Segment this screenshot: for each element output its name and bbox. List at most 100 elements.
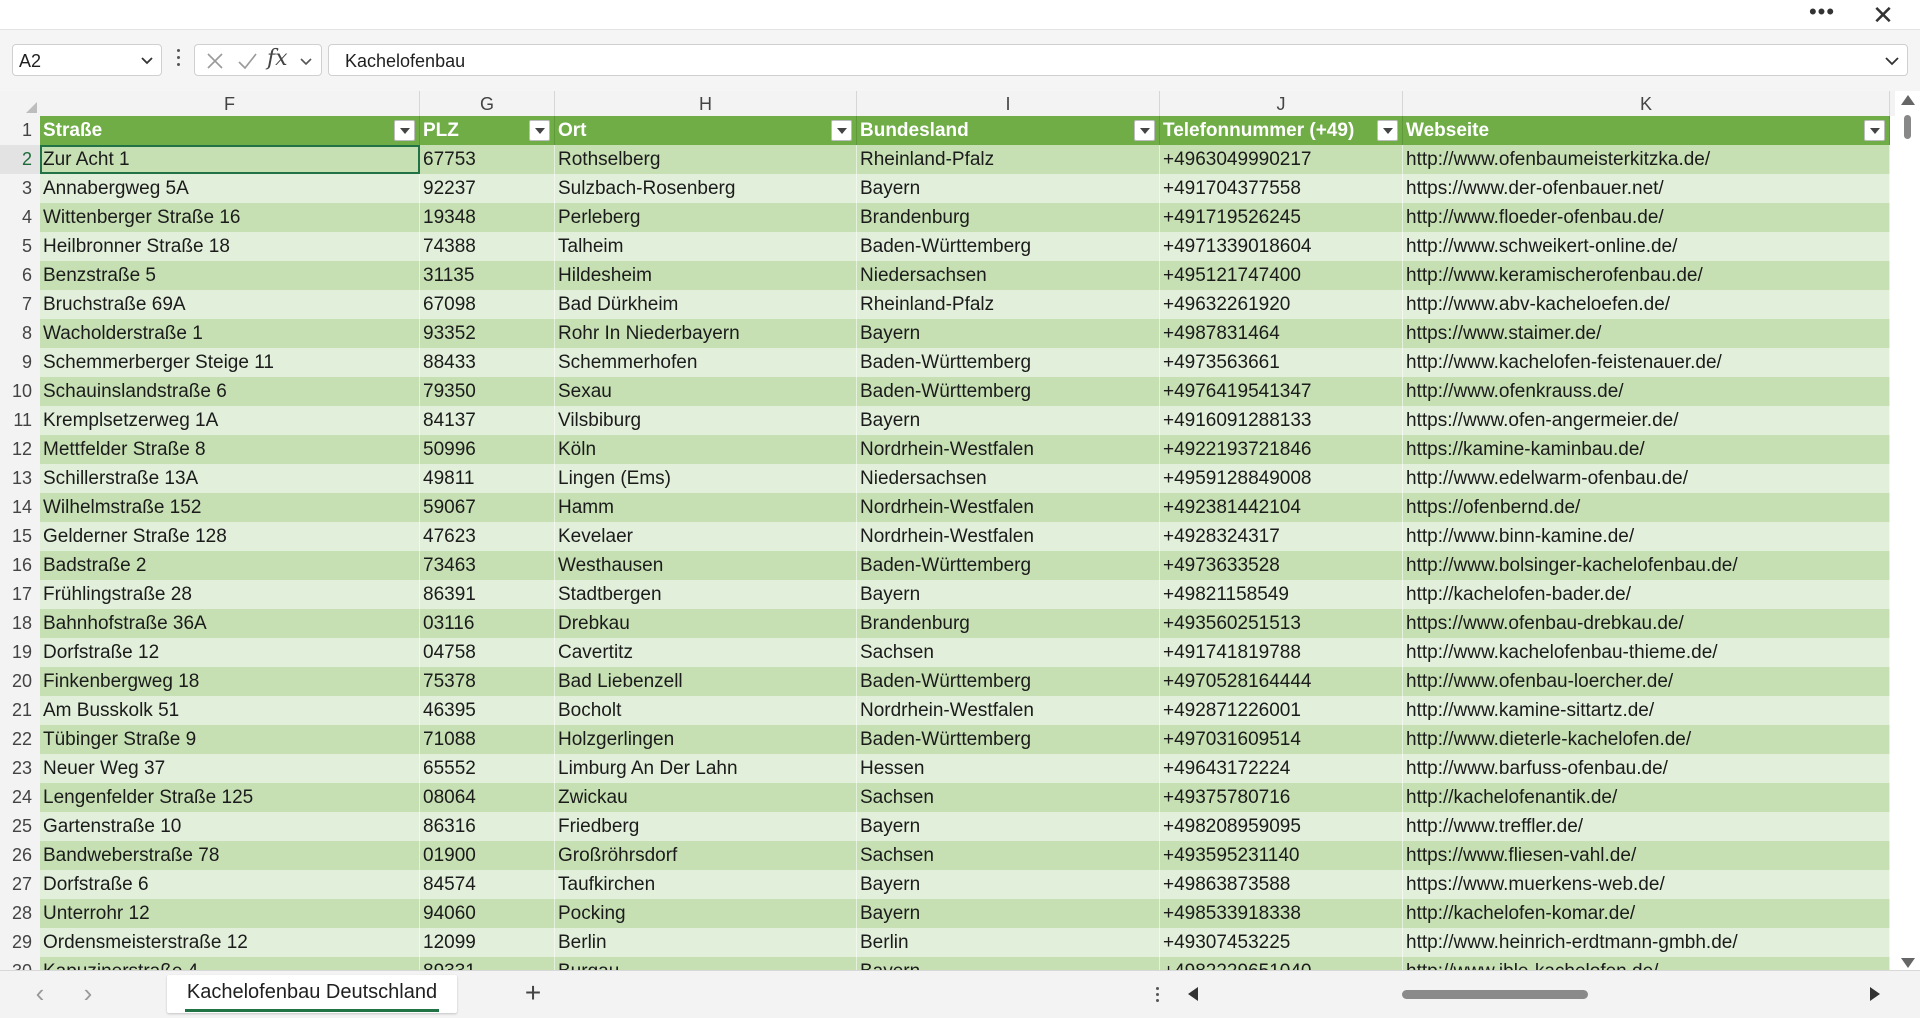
table-cell[interactable]: +495121747400 bbox=[1160, 261, 1403, 290]
row-number[interactable]: 20 bbox=[0, 667, 40, 696]
table-cell[interactable]: Tübinger Straße 9 bbox=[40, 725, 420, 754]
close-icon[interactable]: ✕ bbox=[1868, 2, 1898, 28]
table-cell[interactable]: Schemmerhofen bbox=[555, 348, 857, 377]
table-cell[interactable]: 65552 bbox=[420, 754, 555, 783]
table-cell[interactable]: 47623 bbox=[420, 522, 555, 551]
table-cell[interactable]: Niedersachsen bbox=[857, 261, 1160, 290]
table-cell[interactable]: 84574 bbox=[420, 870, 555, 899]
table-cell[interactable]: https://www.muerkens-web.de/ bbox=[1403, 870, 1890, 899]
table-cell[interactable]: Köln bbox=[555, 435, 857, 464]
row-number[interactable]: 13 bbox=[0, 464, 40, 493]
table-cell[interactable]: Dorfstraße 6 bbox=[40, 870, 420, 899]
table-cell[interactable]: +49307453225 bbox=[1160, 928, 1403, 957]
table-cell[interactable]: http://www.schweikert-online.de/ bbox=[1403, 232, 1890, 261]
table-cell[interactable]: Limburg An Der Lahn bbox=[555, 754, 857, 783]
table-cell[interactable]: 46395 bbox=[420, 696, 555, 725]
scroll-left-icon[interactable] bbox=[1188, 987, 1198, 1001]
vertical-scrollbar[interactable] bbox=[1895, 91, 1920, 970]
row-number[interactable]: 16 bbox=[0, 551, 40, 580]
table-cell[interactable]: +493595231140 bbox=[1160, 841, 1403, 870]
table-cell[interactable]: 74388 bbox=[420, 232, 555, 261]
row-number[interactable]: 30 bbox=[0, 957, 40, 970]
table-cell[interactable]: +4916091288133 bbox=[1160, 406, 1403, 435]
table-cell[interactable]: http://www.floeder-ofenbau.de/ bbox=[1403, 203, 1890, 232]
table-cell[interactable]: +4970528164444 bbox=[1160, 667, 1403, 696]
table-cell[interactable]: http://kachelofen-komar.de/ bbox=[1403, 899, 1890, 928]
table-cell[interactable]: Schauinslandstraße 6 bbox=[40, 377, 420, 406]
table-cell[interactable]: Sulzbach-Rosenberg bbox=[555, 174, 857, 203]
table-cell[interactable]: Zwickau bbox=[555, 783, 857, 812]
table-cell[interactable]: 31135 bbox=[420, 261, 555, 290]
row-number[interactable]: 22 bbox=[0, 725, 40, 754]
header-cell[interactable]: Ort bbox=[555, 116, 857, 145]
table-cell[interactable]: https://www.ofenbau-drebkau.de/ bbox=[1403, 609, 1890, 638]
column-header-j[interactable]: J bbox=[1160, 91, 1403, 116]
table-cell[interactable]: Bruchstraße 69A bbox=[40, 290, 420, 319]
table-cell[interactable]: 75378 bbox=[420, 667, 555, 696]
table-cell[interactable]: Bayern bbox=[857, 812, 1160, 841]
table-cell[interactable]: +4963049990217 bbox=[1160, 145, 1403, 174]
function-chevron-icon[interactable] bbox=[298, 51, 314, 71]
next-sheet-icon[interactable]: › bbox=[78, 980, 98, 1006]
table-cell[interactable]: +491704377558 bbox=[1160, 174, 1403, 203]
table-cell[interactable]: Bayern bbox=[857, 319, 1160, 348]
table-cell[interactable]: Wilhelmstraße 152 bbox=[40, 493, 420, 522]
table-cell[interactable]: http://kachelofen-bader.de/ bbox=[1403, 580, 1890, 609]
table-cell[interactable]: +4973633528 bbox=[1160, 551, 1403, 580]
expand-formula-bar-icon[interactable] bbox=[1883, 50, 1901, 70]
table-cell[interactable]: 92237 bbox=[420, 174, 555, 203]
table-cell[interactable]: 03116 bbox=[420, 609, 555, 638]
table-cell[interactable]: Berlin bbox=[555, 928, 857, 957]
table-cell[interactable]: Bayern bbox=[857, 174, 1160, 203]
table-cell[interactable]: http://www.heinrich-erdtmann-gmbh.de/ bbox=[1403, 928, 1890, 957]
table-cell[interactable]: Bad Liebenzell bbox=[555, 667, 857, 696]
table-cell[interactable]: Gartenstraße 10 bbox=[40, 812, 420, 841]
table-cell[interactable]: 49811 bbox=[420, 464, 555, 493]
row-number[interactable]: 28 bbox=[0, 899, 40, 928]
table-cell[interactable]: Bayern bbox=[857, 870, 1160, 899]
row-number[interactable]: 8 bbox=[0, 319, 40, 348]
table-cell[interactable]: Bayern bbox=[857, 957, 1160, 970]
table-cell[interactable]: +491719526245 bbox=[1160, 203, 1403, 232]
table-cell[interactable]: Schillerstraße 13A bbox=[40, 464, 420, 493]
row-number[interactable]: 15 bbox=[0, 522, 40, 551]
table-cell[interactable]: +492381442104 bbox=[1160, 493, 1403, 522]
row-number[interactable]: 14 bbox=[0, 493, 40, 522]
table-cell[interactable]: 89331 bbox=[420, 957, 555, 970]
table-cell[interactable]: Niedersachsen bbox=[857, 464, 1160, 493]
table-cell[interactable]: +497031609514 bbox=[1160, 725, 1403, 754]
table-cell[interactable]: +49375780716 bbox=[1160, 783, 1403, 812]
table-cell[interactable]: Baden-Württemberg bbox=[857, 667, 1160, 696]
formula-bar-more-icon[interactable] bbox=[176, 49, 180, 71]
row-number[interactable]: 1 bbox=[0, 116, 40, 145]
table-cell[interactable]: Lingen (Ems) bbox=[555, 464, 857, 493]
confirm-entry-icon[interactable] bbox=[235, 49, 259, 73]
header-cell[interactable]: Telefonnummer (+49) bbox=[1160, 116, 1403, 145]
table-cell[interactable]: Cavertitz bbox=[555, 638, 857, 667]
table-cell[interactable]: Baden-Württemberg bbox=[857, 348, 1160, 377]
table-cell[interactable]: Am Busskolk 51 bbox=[40, 696, 420, 725]
table-cell[interactable]: 19348 bbox=[420, 203, 555, 232]
table-cell[interactable]: Bahnhofstraße 36A bbox=[40, 609, 420, 638]
table-cell[interactable]: Kapuzinerstraße 4 bbox=[40, 957, 420, 970]
header-cell[interactable]: PLZ bbox=[420, 116, 555, 145]
column-header-i[interactable]: I bbox=[857, 91, 1160, 116]
table-cell[interactable]: Großröhrsdorf bbox=[555, 841, 857, 870]
row-number[interactable]: 24 bbox=[0, 783, 40, 812]
table-cell[interactable]: Pocking bbox=[555, 899, 857, 928]
table-cell[interactable]: 01900 bbox=[420, 841, 555, 870]
header-cell[interactable]: Webseite bbox=[1403, 116, 1890, 145]
table-cell[interactable]: Berlin bbox=[857, 928, 1160, 957]
table-cell[interactable]: Sachsen bbox=[857, 638, 1160, 667]
more-options-icon[interactable]: ••• bbox=[1807, 1, 1837, 28]
table-cell[interactable]: http://www.keramischerofenbau.de/ bbox=[1403, 261, 1890, 290]
table-cell[interactable]: +4922193721846 bbox=[1160, 435, 1403, 464]
filter-dropdown-icon[interactable] bbox=[831, 120, 852, 141]
scroll-down-icon[interactable] bbox=[1901, 958, 1915, 968]
table-cell[interactable]: Kevelaer bbox=[555, 522, 857, 551]
table-cell[interactable]: Nordrhein-Westfalen bbox=[857, 493, 1160, 522]
row-number[interactable]: 25 bbox=[0, 812, 40, 841]
table-cell[interactable]: Nordrhein-Westfalen bbox=[857, 522, 1160, 551]
add-sheet-icon[interactable]: + bbox=[520, 979, 546, 1009]
table-cell[interactable]: +492871226001 bbox=[1160, 696, 1403, 725]
